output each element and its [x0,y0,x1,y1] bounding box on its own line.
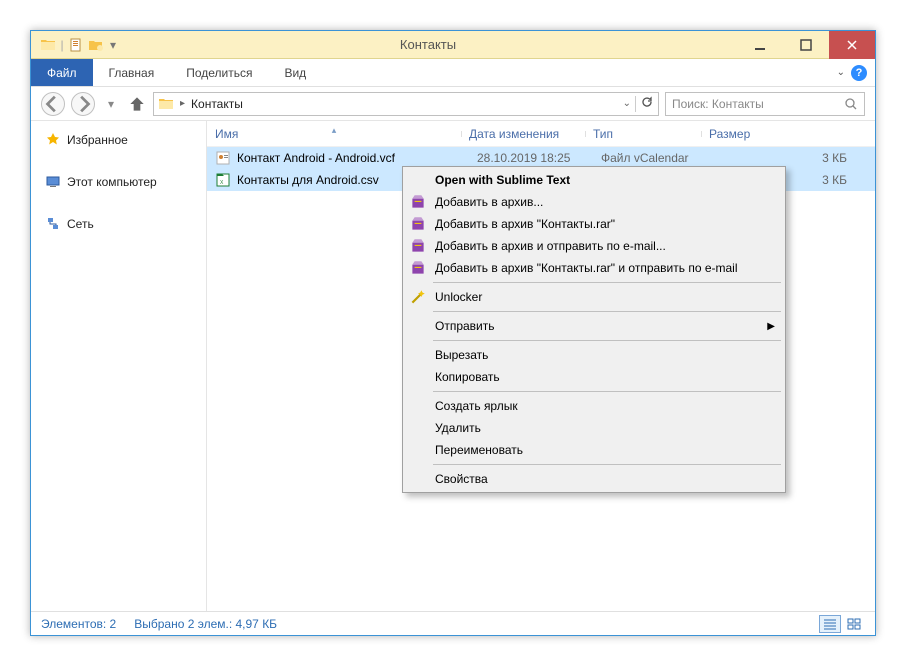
breadcrumb[interactable]: Контакты [191,97,243,111]
context-menu: Open with Sublime Text Добавить в архив.… [402,166,786,493]
ctx-delete[interactable]: Удалить [405,417,783,439]
details-view-button[interactable] [819,615,841,633]
quick-access-toolbar: | ▾ [31,36,119,54]
sidebar-label: Избранное [67,133,128,147]
star-icon [45,132,61,148]
icons-view-button[interactable] [843,615,865,633]
ctx-add-archive[interactable]: Добавить в архив... [405,191,783,213]
window-title: Контакты [119,37,737,52]
ctx-separator [433,391,781,392]
recent-dropdown-icon[interactable]: ▾ [101,94,121,114]
ctx-separator [433,311,781,312]
refresh-button[interactable] [640,95,654,112]
ctx-separator [433,282,781,283]
file-type: Файл vCalendar [601,151,717,165]
help-icon[interactable]: ? [851,65,867,81]
close-button[interactable] [829,31,875,59]
file-size: 3 КБ [717,151,875,165]
ctx-properties[interactable]: Свойства [405,468,783,490]
chevron-right-icon[interactable]: ▸ [180,98,185,109]
wand-icon [409,288,427,306]
address-dropdown-icon[interactable]: ⌄ [623,98,631,109]
winrar-icon [409,193,427,211]
ctx-archive-named-email[interactable]: Добавить в архив "Контакты.rar" и отправ… [405,257,783,279]
sidebar-item-network[interactable]: Сеть [31,211,206,237]
folder-icon [158,96,174,112]
up-button[interactable] [127,94,147,114]
window-controls [737,31,875,59]
ctx-add-archive-named[interactable]: Добавить в архив "Контакты.rar" [405,213,783,235]
status-count: Элементов: 2 [41,617,116,631]
qat-separator: | [59,36,65,54]
submenu-arrow-icon: ▶ [767,321,775,332]
ctx-send-to[interactable]: Отправить ▶ [405,315,783,337]
sidebar-label: Сеть [67,217,94,231]
tab-file[interactable]: Файл [31,59,93,86]
file-name: Контакт Android - Android.vcf [237,151,477,165]
column-name[interactable]: Имя ▴ [207,127,461,141]
new-folder-icon[interactable] [87,36,105,54]
search-icon [844,97,858,111]
ctx-unlocker[interactable]: Unlocker [405,286,783,308]
maximize-button[interactable] [783,31,829,59]
status-selected: Выбрано 2 элем.: 4,97 КБ [134,617,277,631]
column-type[interactable]: Тип [585,127,701,141]
back-button[interactable] [41,92,65,116]
winrar-icon [409,259,427,277]
ctx-separator [433,340,781,341]
sidebar-label: Этот компьютер [67,175,157,189]
sidebar-item-this-pc[interactable]: Этот компьютер [31,169,206,195]
search-placeholder: Поиск: Контакты [672,97,844,111]
tab-home[interactable]: Главная [93,59,171,86]
csv-file-icon: X [215,172,231,188]
search-input[interactable]: Поиск: Контакты [665,92,865,116]
column-headers: Имя ▴ Дата изменения Тип Размер [207,121,875,147]
ctx-archive-email[interactable]: Добавить в архив и отправить по e-mail..… [405,235,783,257]
sort-ascending-icon: ▴ [332,125,337,136]
ctx-shortcut[interactable]: Создать ярлык [405,395,783,417]
ctx-cut[interactable]: Вырезать [405,344,783,366]
folder-icon[interactable] [39,36,57,54]
vcf-file-icon [215,150,231,166]
winrar-icon [409,237,427,255]
column-size[interactable]: Размер [701,127,875,141]
properties-icon[interactable] [67,36,85,54]
status-bar: Элементов: 2 Выбрано 2 элем.: 4,97 КБ [31,611,875,635]
file-date: 28.10.2019 18:25 [477,151,601,165]
ctx-copy[interactable]: Копировать [405,366,783,388]
column-date[interactable]: Дата изменения [461,127,585,141]
tab-share[interactable]: Поделиться [170,59,268,86]
ribbon-tabs: Файл Главная Поделиться Вид ⌄ ? [31,59,875,87]
minimize-button[interactable] [737,31,783,59]
qat-dropdown-icon[interactable]: ▾ [107,36,119,54]
ribbon-expand-icon[interactable]: ⌄ [837,67,845,78]
address-bar[interactable]: ▸ Контакты ⌄ [153,92,659,116]
forward-button[interactable] [71,92,95,116]
computer-icon [45,174,61,190]
network-icon [45,216,61,232]
sidebar-item-favorites[interactable]: Избранное [31,127,206,153]
ctx-rename[interactable]: Переименовать [405,439,783,461]
title-bar: | ▾ Контакты [31,31,875,59]
ctx-separator [433,464,781,465]
winrar-icon [409,215,427,233]
navigation-bar: ▾ ▸ Контакты ⌄ Поиск: Контакты [31,87,875,121]
navigation-pane: Избранное Этот компьютер Сеть [31,121,207,611]
tab-view[interactable]: Вид [268,59,322,86]
ctx-open-with[interactable]: Open with Sublime Text [405,169,783,191]
